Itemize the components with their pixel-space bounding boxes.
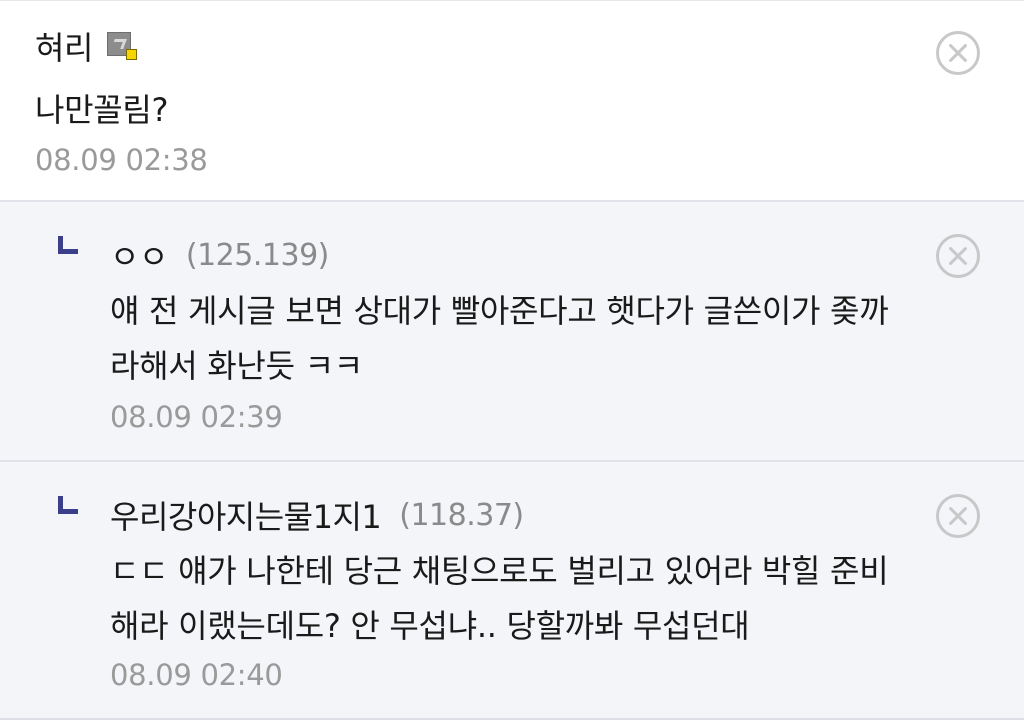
comment-header: 혀리: [35, 23, 137, 69]
comment-text-line: 나만꼴림?: [35, 91, 169, 129]
reply-item: 우리강아지는물1지1 (118.37) ㄷㄷ 얘가 나한테 당근 채팅으로도 벌…: [0, 462, 1024, 720]
gallery-grade-icon: [106, 32, 137, 60]
comment-ip: (118.37): [399, 497, 524, 533]
comment-header: 우리강아지는물1지1 (118.37): [110, 492, 524, 538]
delete-comment-button[interactable]: [936, 31, 980, 75]
comment-text: 나만꼴림?: [35, 83, 169, 138]
comment-text-line: 얘 전 게시글 보면 상대가 빨아준다고 햇다가 글쓴이가 좆까: [110, 292, 889, 330]
comment-nickname[interactable]: 우리강아지는물1지1: [110, 492, 382, 538]
comment-text-line: 해라 이랬는데도? 안 무섭냐.. 당할까봐 무섭던대: [110, 607, 750, 645]
delete-comment-button[interactable]: [936, 234, 980, 278]
comment-nickname[interactable]: ㅇㅇ: [110, 232, 168, 278]
reply-arrow-icon: [58, 236, 78, 254]
comment-item: 혀리 나만꼴림? 08.09 02:38: [0, 0, 1024, 202]
reply-arrow-icon: [58, 496, 78, 514]
comment-date: 08.09 02:39: [110, 400, 283, 434]
comment-header: ㅇㅇ (125.139): [110, 232, 329, 278]
delete-comment-button[interactable]: [936, 494, 980, 538]
reply-item: ㅇㅇ (125.139) 얘 전 게시글 보면 상대가 빨아준다고 햇다가 글쓴…: [0, 202, 1024, 462]
comment-text-line: ㄷㄷ 얘가 나한테 당근 채팅으로도 벌리고 있어라 박힐 준비: [110, 552, 889, 590]
comment-ip: (125.139): [185, 237, 329, 273]
comment-text: ㄷㄷ 얘가 나한테 당근 채팅으로도 벌리고 있어라 박힐 준비 해라 이랬는데…: [110, 544, 889, 654]
comment-date: 08.09 02:38: [35, 143, 208, 177]
comment-nickname[interactable]: 혀리: [35, 23, 93, 69]
comment-text-line: 라해서 화난듯 ㅋㅋ: [110, 347, 363, 385]
comment-text: 얘 전 게시글 보면 상대가 빨아준다고 햇다가 글쓴이가 좆까 라해서 화난듯…: [110, 284, 889, 394]
comment-date: 08.09 02:40: [110, 658, 283, 692]
